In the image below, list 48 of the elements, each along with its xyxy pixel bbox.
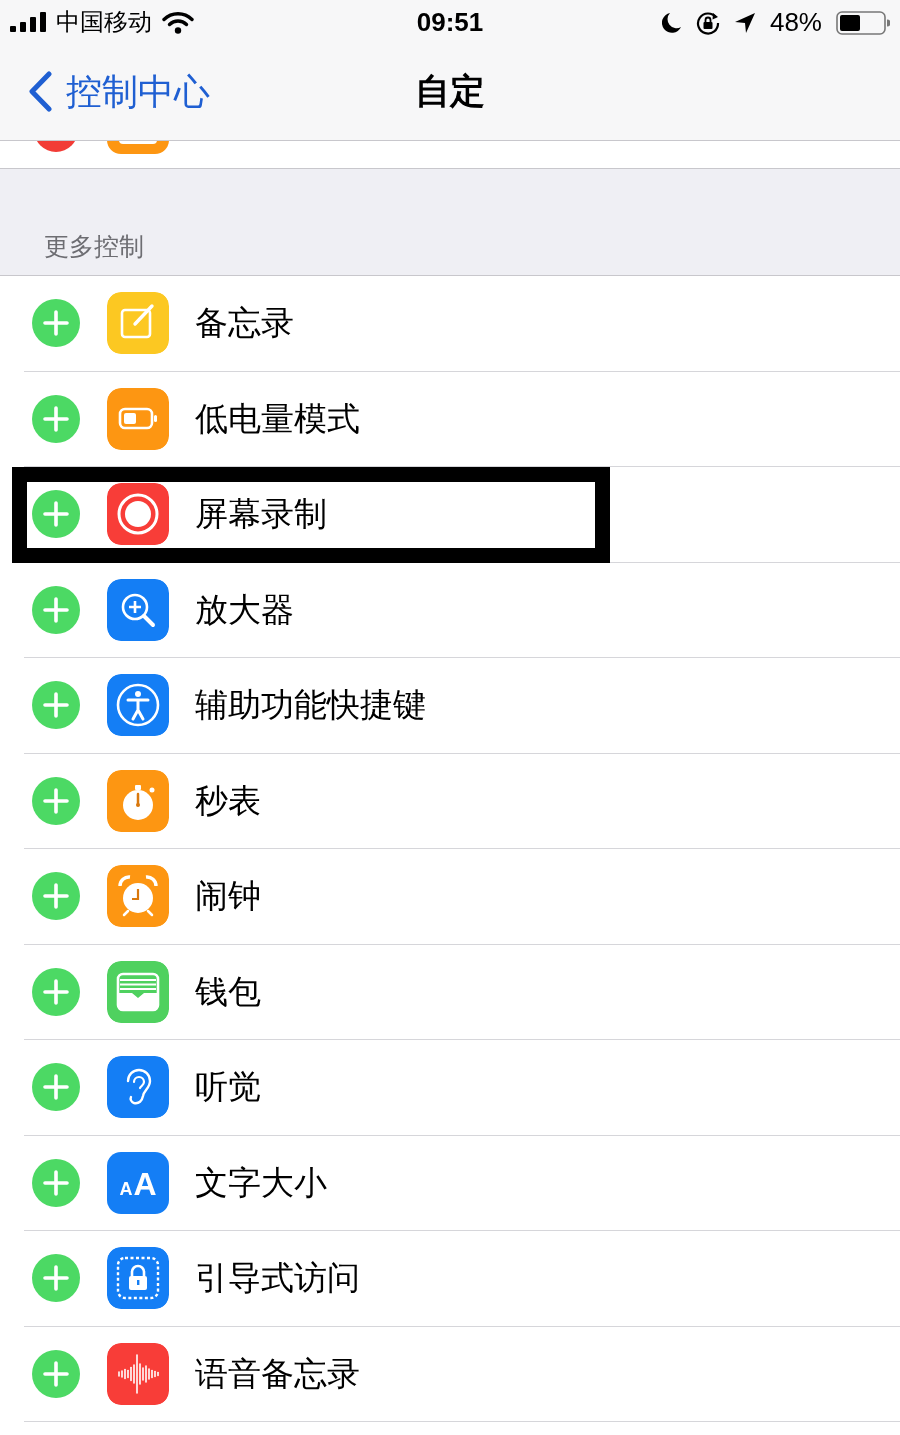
- moon-icon: [661, 11, 682, 34]
- control-name: 引导式访问: [195, 1258, 360, 1299]
- control-name: 钱包: [195, 971, 261, 1012]
- control-name: 语音备忘录: [195, 1353, 360, 1394]
- alarm-clock-icon: [107, 865, 169, 928]
- add-icon[interactable]: [32, 299, 80, 348]
- carrier-name: 中国移动: [56, 9, 152, 36]
- note-pencil-icon: [107, 292, 169, 355]
- accessibility-person-icon: [107, 674, 169, 737]
- chevron-left-icon: [28, 71, 53, 112]
- control-name: 放大器: [195, 589, 294, 630]
- text-size-icon: AA: [107, 1151, 169, 1214]
- back-button[interactable]: 控制中心: [28, 70, 210, 113]
- battery-percent: 48%: [769, 8, 822, 37]
- wifi-icon: [162, 11, 194, 34]
- battery-icon: [836, 10, 890, 35]
- ear-icon: [107, 1056, 169, 1119]
- clock-time: 09:51: [416, 8, 484, 37]
- control-name: 屏幕录制: [195, 494, 327, 535]
- signal-icon: [10, 12, 48, 33]
- add-icon[interactable]: [32, 585, 80, 634]
- control-name: 秒表: [195, 780, 261, 821]
- add-icon[interactable]: [32, 1063, 80, 1112]
- wallet-icon: [107, 960, 169, 1023]
- control-name: 辅助功能快捷键: [195, 685, 426, 726]
- add-icon[interactable]: [32, 1158, 80, 1207]
- add-icon[interactable]: [32, 872, 80, 921]
- add-icon[interactable]: [32, 394, 80, 443]
- stopwatch-icon: [107, 769, 169, 832]
- waveform-icon: [107, 1342, 169, 1405]
- page-title: 自定: [415, 71, 485, 112]
- padlock-icon: [107, 1247, 169, 1310]
- control-name: 闹钟: [195, 876, 261, 917]
- battery-icon: [107, 387, 169, 450]
- control-name: 备忘录: [195, 303, 294, 344]
- magnifier-plus-icon: [107, 578, 169, 641]
- control-name: 文字大小: [195, 1162, 327, 1203]
- add-icon[interactable]: [32, 490, 80, 539]
- add-icon[interactable]: [32, 1254, 80, 1303]
- location-arrow-icon: [733, 11, 756, 34]
- control-name: 听觉: [195, 1067, 261, 1108]
- add-icon[interactable]: [32, 1349, 80, 1398]
- add-icon[interactable]: [32, 776, 80, 825]
- add-icon[interactable]: [32, 967, 80, 1016]
- add-icon[interactable]: [32, 681, 80, 730]
- rotation-lock-icon: [695, 10, 720, 35]
- section-header: 更多控制: [44, 231, 144, 261]
- control-name: 低电量模式: [195, 398, 360, 439]
